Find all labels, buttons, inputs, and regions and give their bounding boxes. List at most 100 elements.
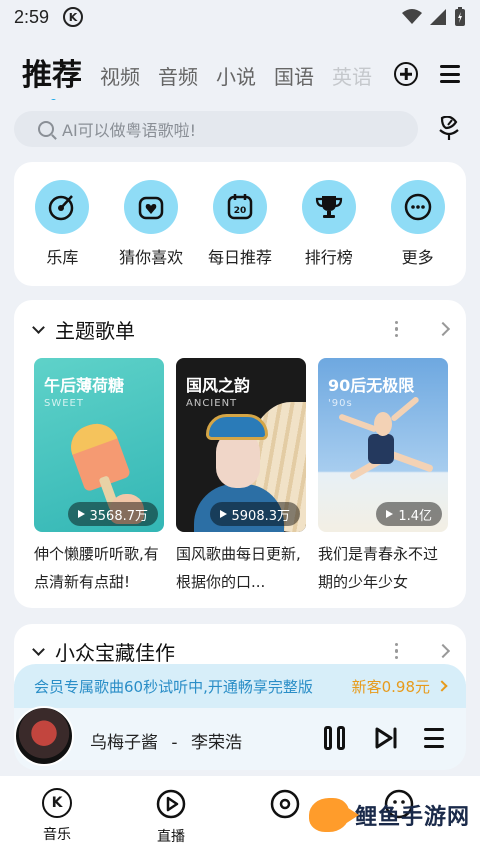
cover-title: 国风之韵: [186, 376, 251, 395]
svg-text:20: 20: [234, 206, 247, 216]
voice-search-icon[interactable]: [438, 116, 460, 142]
play-count-badge: 5908.3万: [209, 502, 300, 526]
playlist-card[interactable]: 90后无极限 '90s 1.4亿 我们是青春永不过期的少年少女: [318, 358, 448, 596]
section-header: 主题歌单: [32, 316, 451, 343]
playlist-card[interactable]: 午后薄荷糖 SWEET 3568.7万 伸个懒腰听听歌,有点清新有点甜!: [34, 358, 164, 596]
quick-entry-label: 每日推荐: [207, 248, 272, 267]
next-track-icon[interactable]: [374, 726, 398, 750]
search-input[interactable]: AI可以做粤语歌啦!: [14, 111, 418, 147]
cover-title: 90后无极限: [328, 376, 415, 395]
nav-music[interactable]: K 音乐: [0, 776, 114, 853]
dancer-art: [368, 434, 394, 464]
carp-logo-icon: [308, 798, 359, 832]
status-time: 2:59: [14, 6, 50, 27]
search-icon: [38, 121, 54, 137]
dancer-art: [374, 412, 392, 436]
vip-trial-banner[interactable]: 会员专属歌曲60秒试听中,开通畅享完整版 新客0.98元: [14, 664, 466, 708]
section-header: 小众宝藏佳作: [32, 638, 451, 665]
playlist-card[interactable]: 国风之韵 ANCIENT 5908.3万 国风歌曲每日更新,根据你的口...: [176, 358, 306, 596]
quick-entry-music-library[interactable]: 乐库: [22, 180, 102, 268]
theme-playlist-section: 主题歌单 午后薄荷糖 SWEET 3568.7万 伸个懒腰听听歌,有点清新有点甜…: [14, 300, 466, 608]
now-playing[interactable]: 乌梅子酱 - 李荣浩: [90, 728, 242, 753]
tab-recommend[interactable]: 推荐: [22, 50, 82, 100]
song-title: 乌梅子酱: [90, 733, 158, 753]
vip-offer-link[interactable]: 新客0.98元: [351, 676, 448, 697]
kugou-status-icon: K: [63, 7, 84, 27]
quick-entry-guess-you-like[interactable]: 猜你喜欢: [111, 180, 191, 268]
section-arrow-icon[interactable]: [435, 321, 451, 337]
playlist-cover[interactable]: 90后无极限 '90s 1.4亿: [318, 358, 448, 532]
play-count: 1.4亿: [398, 508, 432, 524]
dancer-art: [390, 395, 420, 423]
tab-video[interactable]: 视频: [100, 61, 140, 100]
playlist-queue-icon[interactable]: [424, 728, 444, 748]
playlist-cards: 午后薄荷糖 SWEET 3568.7万 伸个懒腰听听歌,有点清新有点甜! 国风之…: [34, 358, 448, 596]
watermark-text: 鲤鱼手游网: [354, 805, 470, 830]
nav-label: 直播: [157, 829, 185, 845]
cover-subtitle: ANCIENT: [186, 398, 238, 409]
collapse-chevron-icon[interactable]: [32, 320, 45, 334]
playlist-description: 伸个懒腰听听歌,有点清新有点甜!: [34, 545, 159, 591]
section-more-icon[interactable]: [394, 642, 398, 660]
quick-entry-label: 排行榜: [304, 248, 353, 267]
quick-entry-label: 乐库: [46, 248, 79, 267]
cover-subtitle: SWEET: [44, 398, 84, 409]
album-art[interactable]: [14, 706, 74, 766]
add-icon[interactable]: [394, 62, 418, 86]
quick-entry-label: 更多: [401, 248, 434, 267]
nav-label: 音乐: [43, 827, 71, 843]
signal-icon: [430, 9, 446, 25]
top-actions: [394, 62, 460, 86]
play-count: 3568.7万: [89, 508, 149, 524]
section-more-icon[interactable]: [394, 320, 398, 338]
section-arrow-icon[interactable]: [435, 643, 451, 659]
play-icon: [386, 510, 394, 518]
quick-entry-label: 猜你喜欢: [119, 248, 184, 267]
quick-entry-charts[interactable]: 排行榜: [289, 180, 369, 268]
dancer-art: [388, 450, 434, 473]
music-k-icon: K: [42, 788, 72, 818]
search-placeholder: AI可以做粤语歌啦!: [62, 121, 197, 140]
headdress-art: [206, 414, 268, 440]
cover-title: 午后薄荷糖: [44, 376, 125, 395]
battery-icon: [455, 7, 465, 26]
heart-radio-icon: [124, 180, 179, 234]
playlist-cover[interactable]: 国风之韵 ANCIENT 5908.3万: [176, 358, 306, 532]
play-count-badge: 1.4亿: [376, 502, 442, 526]
tab-mandarin[interactable]: 国语: [274, 61, 314, 100]
song-separator: -: [171, 733, 178, 753]
quick-entry-card: 乐库 猜你喜欢 20 每日推荐 排行榜 更多: [14, 162, 466, 286]
playlist-description: 我们是青春永不过期的少年少女: [318, 545, 439, 591]
dancer-art: [338, 413, 378, 433]
play-count-badge: 3568.7万: [67, 502, 158, 526]
playlist-cover[interactable]: 午后薄荷糖 SWEET 3568.7万: [34, 358, 164, 532]
playlist-description: 国风歌曲每日更新,根据你的口...: [176, 545, 301, 591]
trophy-icon: [301, 180, 356, 234]
chevron-right-icon: [436, 680, 448, 692]
mini-player[interactable]: 乌梅子酱 - 李荣浩: [14, 706, 466, 770]
player-controls: [324, 726, 444, 750]
play-icon: [77, 510, 85, 518]
site-watermark: 鲤鱼手游网: [308, 798, 470, 832]
menu-icon[interactable]: [440, 65, 460, 83]
nav-live[interactable]: 直播: [114, 776, 228, 853]
tab-novel[interactable]: 小说: [216, 61, 256, 100]
song-artist: 李荣浩: [190, 733, 242, 753]
live-play-icon: [156, 789, 186, 819]
play-icon: [219, 510, 227, 518]
quick-entry-daily[interactable]: 20 每日推荐: [200, 180, 280, 268]
popsicle-art: [64, 417, 132, 493]
discover-icon: [270, 789, 300, 819]
more-dots-icon: [390, 180, 445, 234]
vip-banner-text: 会员专属歌曲60秒试听中,开通畅享完整版: [34, 677, 313, 696]
tab-audio[interactable]: 音频: [158, 61, 198, 100]
quick-entry-more[interactable]: 更多: [378, 180, 458, 268]
section-title: 主题歌单: [55, 318, 135, 343]
section-title: 小众宝藏佳作: [55, 640, 175, 665]
category-tabs: 推荐 视频 音频 小说 国语 英语: [22, 50, 382, 100]
collapse-chevron-icon[interactable]: [32, 642, 45, 656]
pause-icon[interactable]: [324, 726, 348, 750]
vip-offer-price: 新客0.98元: [351, 677, 430, 696]
cover-subtitle: '90s: [328, 398, 353, 409]
tab-english[interactable]: 英语: [332, 61, 372, 100]
